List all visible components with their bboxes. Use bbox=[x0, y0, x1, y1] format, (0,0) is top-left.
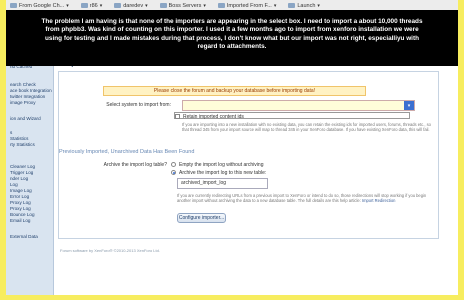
empty-log-label: Empty the import log without archiving bbox=[179, 162, 264, 168]
retain-ids-label: Retain imported content ids bbox=[183, 114, 244, 120]
folder-icon bbox=[288, 3, 296, 8]
overlay-line: from phpbb3. Was kind of counting on thi… bbox=[45, 26, 419, 34]
sidebar-item[interactable]: Image Log bbox=[10, 188, 32, 193]
sidebar-item[interactable]: Log bbox=[10, 182, 18, 187]
sidebar-item[interactable]: ace book Integration bbox=[10, 88, 52, 93]
folder-icon bbox=[10, 3, 17, 8]
import-form-panel bbox=[58, 71, 439, 239]
backup-notice: Please close the forum and backup your d… bbox=[103, 86, 366, 96]
overlay-line: regard to attachments. bbox=[197, 43, 267, 51]
configure-importer-button[interactable]: Configure importer... bbox=[177, 213, 226, 223]
sidebar-item[interactable]: image Proxy bbox=[10, 100, 36, 105]
chevron-down-icon: ▾ bbox=[145, 2, 148, 9]
bookmark-label: Imported From F... bbox=[226, 2, 272, 9]
chevron-down-icon: ▾ bbox=[404, 101, 414, 110]
sidebar-item[interactable]: rty Statistics bbox=[10, 142, 35, 147]
chevron-down-icon: ▾ bbox=[317, 2, 320, 9]
sidebar-item[interactable]: External Data bbox=[10, 234, 38, 239]
retain-ids-checkbox[interactable] bbox=[175, 114, 180, 119]
bookmark-label: Launch bbox=[297, 2, 316, 9]
bookmark-folder[interactable]: daredev ▾ bbox=[114, 2, 148, 9]
archive-log-label: Archive the import log to this new table… bbox=[179, 170, 267, 176]
sidebar-item[interactable]: Bounce Log bbox=[10, 212, 35, 217]
sidebar-item[interactable]: Statistics bbox=[10, 136, 28, 141]
question-overlay: The problem I am having is that none of … bbox=[6, 10, 458, 66]
bookmark-label: r86 bbox=[89, 2, 98, 9]
chevron-down-icon: ▾ bbox=[203, 2, 206, 9]
sidebar-item[interactable]: nder Log bbox=[10, 176, 28, 181]
archive-log-radio[interactable] bbox=[171, 170, 176, 175]
sidebar-item[interactable]: twitter Integration bbox=[10, 94, 45, 99]
sidebar-item[interactable]: s bbox=[10, 130, 12, 135]
bookmark-folder[interactable]: From Google Ch... ▾ bbox=[10, 3, 69, 9]
sidebar-item[interactable]: Proxy Log bbox=[10, 206, 31, 211]
sidebar-item[interactable]: ion and Wizard bbox=[10, 116, 41, 121]
import-redirection-link[interactable]: Import Redirection bbox=[362, 198, 395, 203]
overlay-line: The problem I am having is that none of … bbox=[41, 18, 423, 25]
system-select-label: Select system to import from: bbox=[106, 102, 171, 108]
retain-ids-hint: If you are importing into a new installa… bbox=[182, 122, 431, 132]
bookmark-folder[interactable]: r86 ▾ bbox=[80, 2, 103, 9]
bookmark-folder[interactable]: Launch ▾ bbox=[288, 3, 320, 9]
archive-table-input[interactable]: archived_import_log bbox=[177, 178, 268, 189]
folder-icon bbox=[217, 3, 225, 8]
folder-icon bbox=[114, 3, 122, 8]
archive-label: Archive the import log table? bbox=[103, 162, 167, 168]
bookmark-label: From Google Ch... bbox=[19, 2, 65, 9]
sidebar-item[interactable]: Email Log bbox=[10, 218, 30, 223]
archive-hint: If you are currently redirecting URLs fr… bbox=[177, 193, 432, 203]
sidebar-item[interactable]: Trigger Log bbox=[10, 170, 33, 175]
sidebar-item[interactable]: Error Log bbox=[10, 194, 29, 199]
bookmark-folder[interactable]: Boss Servers ▾ bbox=[159, 2, 206, 9]
system-select[interactable]: ▾ bbox=[182, 100, 415, 111]
section-title: Previously Imported, Unarchived Data Has… bbox=[59, 149, 195, 155]
overlay-line: using for testing and I made mistakes du… bbox=[45, 34, 419, 42]
chevron-down-icon: ▾ bbox=[66, 2, 69, 9]
folder-icon bbox=[80, 3, 88, 8]
chevron-down-icon: ▾ bbox=[273, 2, 277, 9]
folder-icon bbox=[159, 3, 167, 8]
empty-log-radio[interactable] bbox=[171, 162, 176, 167]
bookmark-label: Boss Servers bbox=[168, 2, 202, 9]
chevron-down-icon: ▾ bbox=[99, 2, 103, 9]
bookmark-label: daredev bbox=[123, 2, 144, 9]
sidebar-item[interactable]: earch Check bbox=[10, 82, 36, 87]
bookmark-folder[interactable]: Imported From F... ▾ bbox=[217, 2, 277, 9]
sidebar-item[interactable]: Cleaner Log bbox=[10, 164, 35, 169]
sidebar-item[interactable]: Proxy Log bbox=[10, 200, 31, 205]
footer-text: Forum software by XenForo® ©2010-2013 Xe… bbox=[60, 248, 160, 253]
